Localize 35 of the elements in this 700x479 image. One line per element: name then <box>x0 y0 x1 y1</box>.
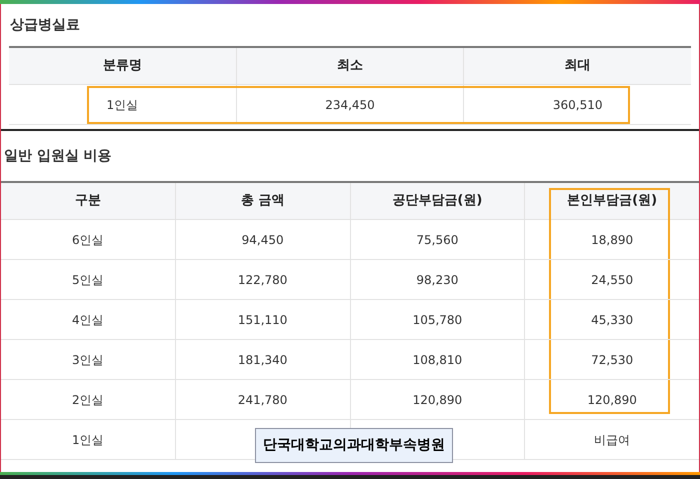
section-title: 일반 입원실 비용 <box>4 146 112 166</box>
table-cell-text: 120,890 <box>412 392 462 408</box>
caption-label: 단국대학교의과대학부속병원 <box>255 428 453 463</box>
column-header: 분류명 <box>102 57 142 76</box>
table-cell-text: 18,890 <box>591 232 634 248</box>
table-cell-text: 98,230 <box>416 272 458 288</box>
table-cell-text: 120,890 <box>587 392 637 408</box>
table-cell-text: 234,450 <box>325 96 375 114</box>
table-cell-text: 151,110 <box>238 312 288 328</box>
table-cell-text: 181,340 <box>238 352 288 368</box>
table-cell-text: 105,780 <box>412 312 462 328</box>
table-cell-text: 94,450 <box>242 232 284 248</box>
table-cell-text: 108,810 <box>412 352 462 368</box>
column-header: 최대 <box>564 57 591 76</box>
table-cell-text: 360,510 <box>552 96 602 114</box>
table-cell-text: 45,330 <box>591 312 634 328</box>
column-header: 최소 <box>337 57 363 76</box>
table-cell-text: 72,530 <box>591 352 634 368</box>
table-cell-text: 4인실 <box>72 312 104 328</box>
table-cell-text: 1인실 <box>106 96 138 114</box>
table-cell-text: 1인실 <box>72 432 104 448</box>
table-cell-text: 24,550 <box>591 272 634 288</box>
column-header: 총 금액 <box>240 192 284 210</box>
table-cell-text: 5인실 <box>72 272 104 288</box>
table-cell-text: 2인실 <box>72 392 104 408</box>
column-header: 공단부담금(원) <box>392 192 482 210</box>
section-title: 상급병실료 <box>10 16 80 34</box>
table-cell-text: 122,780 <box>238 272 288 288</box>
table-cell-text: 비급여 <box>594 432 630 448</box>
table-cell-text: 75,560 <box>416 232 458 248</box>
table-cell-text: 3인실 <box>72 352 104 368</box>
column-header: 구분 <box>74 192 101 210</box>
table-cell-text: 241,780 <box>238 392 288 408</box>
table-cell-text: 6인실 <box>72 232 104 248</box>
column-header: 본인부담금(원) <box>567 192 658 210</box>
